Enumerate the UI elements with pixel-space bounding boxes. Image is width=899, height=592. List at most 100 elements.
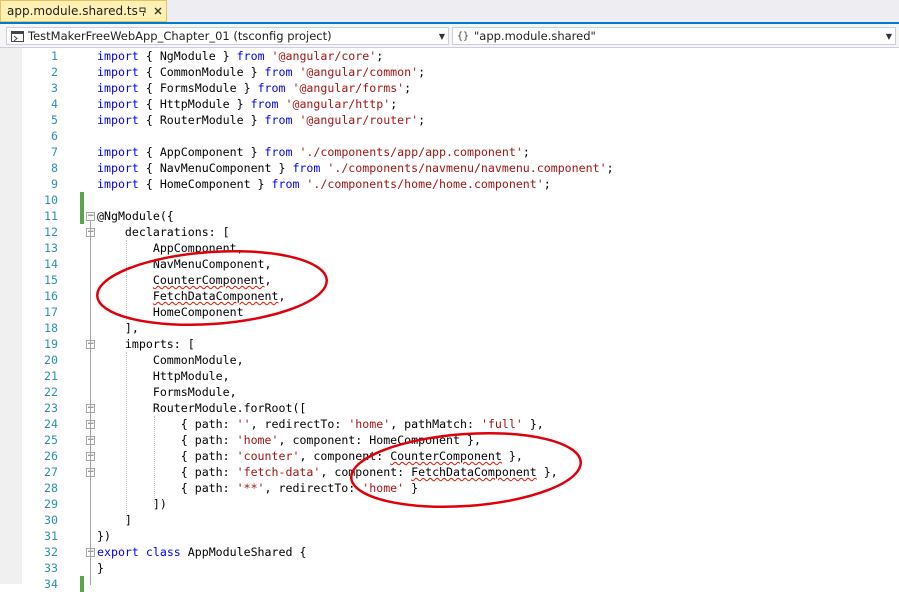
code-line[interactable]: 20 CommonModule,: [0, 352, 899, 368]
line-number: 22: [44, 385, 58, 399]
chevron-down-icon[interactable]: ▼: [436, 32, 448, 41]
code-token: { FormsModule }: [138, 81, 258, 95]
code-text: { path: '**', redirectTo: 'home' }: [97, 480, 418, 496]
code-line[interactable]: 21 HttpModule,: [0, 368, 899, 384]
line-number: 26: [44, 449, 58, 463]
code-line[interactable]: 26− { path: 'counter', component: Counte…: [0, 448, 899, 464]
code-editor[interactable]: 1 import { NgModule } from '@angular/core…: [0, 48, 899, 592]
outline-guide: [90, 220, 91, 585]
line-number: 11: [44, 209, 58, 223]
code-line[interactable]: 13 AppComponent,: [0, 240, 899, 256]
code-line[interactable]: 2 import { CommonModule } from '@angular/…: [0, 64, 899, 80]
navigation-bar: TestMakerFreeWebApp_Chapter_01 (tsconfig…: [0, 24, 899, 48]
line-number: 15: [44, 273, 58, 287]
line-number: 9: [51, 177, 58, 191]
code-line[interactable]: 16 FetchDataComponent,: [0, 288, 899, 304]
code-line[interactable]: 6: [0, 128, 899, 144]
chevron-down-icon[interactable]: ▼: [883, 32, 895, 41]
line-number: 2: [51, 65, 58, 79]
code-token: }: [404, 481, 419, 495]
code-line[interactable]: 17 HomeComponent: [0, 304, 899, 320]
code-line[interactable]: 10: [0, 192, 899, 208]
string-token: '': [236, 417, 251, 431]
document-tab[interactable]: app.module.shared.ts: [0, 0, 167, 22]
code-line[interactable]: 8 import { NavMenuComponent } from './com…: [0, 160, 899, 176]
keyword-token: from: [257, 81, 286, 95]
code-token: ;: [606, 161, 614, 175]
string-token: '@angular/common': [299, 65, 419, 79]
string-token: './components/app/app.component': [299, 145, 523, 159]
braces-icon: {}: [456, 30, 470, 42]
string-token: '@angular/forms': [292, 81, 405, 95]
change-indicator: [80, 208, 84, 224]
code-token: ,: [264, 273, 272, 287]
code-line[interactable]: 24− { path: '', redirectTo: 'home', path…: [0, 416, 899, 432]
string-token: '@angular/http': [285, 97, 391, 111]
code-line[interactable]: 34: [0, 576, 899, 592]
code-line[interactable]: 3 import { FormsModule } from '@angular/f…: [0, 80, 899, 96]
code-line[interactable]: 14 NavMenuComponent,: [0, 256, 899, 272]
code-token: ;: [404, 81, 412, 95]
project-dropdown[interactable]: TestMakerFreeWebApp_Chapter_01 (tsconfig…: [6, 27, 449, 45]
code-line[interactable]: 1 import { NgModule } from '@angular/core…: [0, 48, 899, 64]
code-line[interactable]: 7 import { AppComponent } from './compone…: [0, 144, 899, 160]
code-line[interactable]: 31}): [0, 528, 899, 544]
line-number: 20: [44, 353, 58, 367]
keyword-token: class: [145, 545, 181, 559]
code-token: , component:: [299, 449, 391, 463]
code-token: }: [97, 561, 104, 575]
code-token: { path:: [97, 465, 237, 479]
code-line[interactable]: 19− imports: [: [0, 336, 899, 352]
line-number: 16: [44, 289, 58, 303]
code-line[interactable]: 18 ],: [0, 320, 899, 336]
code-token: ;: [390, 97, 398, 111]
code-line[interactable]: 5 import { RouterModule } from '@angular/…: [0, 112, 899, 128]
code-line[interactable]: 29 ]): [0, 496, 899, 512]
error-token: FetchDataComponent: [152, 289, 279, 303]
code-line[interactable]: 12− declarations: [: [0, 224, 899, 240]
keyword-token: export: [97, 545, 139, 559]
code-line[interactable]: 28 { path: '**', redirectTo: 'home' }: [0, 480, 899, 496]
code-line[interactable]: 22 FormsModule,: [0, 384, 899, 400]
close-icon[interactable]: [153, 5, 163, 17]
code-line[interactable]: 32− export class AppModuleShared {: [0, 544, 899, 560]
code-text: { path: 'counter', component: CounterCom…: [97, 448, 523, 464]
pin-icon[interactable]: [138, 5, 149, 17]
code-line[interactable]: 27− { path: 'fetch-data', component: Fet…: [0, 464, 899, 480]
code-text: @NgModule({: [97, 208, 174, 224]
line-number: 27: [44, 465, 58, 479]
code-line[interactable]: 33}: [0, 560, 899, 576]
line-number: 14: [44, 257, 58, 271]
code-line[interactable]: 9 import { HomeComponent } from './compon…: [0, 176, 899, 192]
code-token: { CommonModule }: [138, 65, 265, 79]
keyword-token: import: [97, 145, 139, 159]
code-token: declarations: [: [97, 225, 230, 239]
code-line[interactable]: 11− @NgModule({: [0, 208, 899, 224]
keyword-token: import: [97, 177, 139, 191]
code-text: { path: 'fetch-data', component: FetchDa…: [97, 464, 558, 480]
code-text: }: [97, 560, 104, 576]
code-line[interactable]: 25− { path: 'home', component: HomeCompo…: [0, 432, 899, 448]
code-text: import { NgModule } from '@angular/core'…: [97, 48, 383, 64]
code-token: ;: [376, 49, 384, 63]
code-line[interactable]: 15 CounterComponent,: [0, 272, 899, 288]
code-token: { path:: [97, 417, 237, 431]
code-token: imports: [: [97, 337, 195, 351]
scope-dropdown-value: "app.module.shared": [474, 29, 596, 43]
string-token: 'counter': [236, 449, 300, 463]
code-token: , redirectTo:: [250, 417, 349, 431]
code-text: import { HomeComponent } from './compone…: [97, 176, 551, 192]
line-number: 19: [44, 337, 58, 351]
string-token: 'home': [362, 481, 405, 495]
code-line[interactable]: 4 import { HttpModule } from '@angular/ht…: [0, 96, 899, 112]
code-line[interactable]: 23− RouterModule.forRoot([: [0, 400, 899, 416]
code-token: FormsModule,: [97, 385, 237, 399]
code-line[interactable]: 30 ]: [0, 512, 899, 528]
code-text: imports: [: [97, 336, 195, 352]
scope-dropdown[interactable]: {} "app.module.shared" ▼: [452, 27, 896, 45]
document-tab-strip: app.module.shared.ts: [0, 0, 899, 24]
code-token: NavMenuComponent,: [97, 257, 272, 271]
code-token: { path:: [97, 449, 237, 463]
keyword-token: from: [271, 177, 300, 191]
